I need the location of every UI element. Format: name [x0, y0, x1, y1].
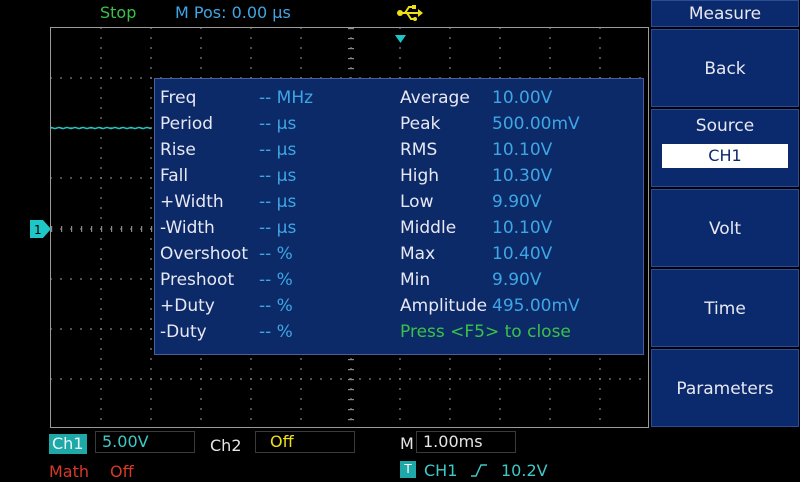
- measure-label: High: [400, 166, 440, 186]
- measure-label: +Width: [160, 192, 224, 212]
- ch1-scale: 5.00V: [95, 431, 195, 453]
- timebase-prefix: M: [400, 434, 414, 453]
- timebase: 1.00ms: [416, 431, 516, 453]
- ch2-label[interactable]: Ch2: [210, 436, 242, 456]
- measure-value: -- %: [259, 296, 293, 316]
- measure-value: 9.90V: [492, 192, 542, 212]
- usb-icon: [396, 4, 424, 26]
- trigger-level: 10.2V: [501, 461, 548, 480]
- horizontal-position: M Pos: 0.00 µs: [175, 3, 291, 22]
- svg-text:1: 1: [34, 223, 42, 237]
- trigger-source: CH1: [424, 461, 458, 480]
- time-button[interactable]: Time: [651, 269, 799, 347]
- close-hint: Press <F5> to close: [400, 322, 571, 342]
- parameters-button[interactable]: Parameters: [651, 349, 799, 427]
- measure-value: 10.40V: [492, 244, 553, 264]
- measure-value: 10.00V: [492, 88, 553, 108]
- measure-value: -- %: [259, 244, 293, 264]
- measure-label: Low: [400, 192, 434, 212]
- measure-value: -- µs: [259, 218, 297, 238]
- math-state: Off: [110, 462, 134, 481]
- measure-label: Average: [400, 88, 470, 108]
- measure-label: -Duty: [160, 322, 207, 342]
- math-label[interactable]: Math: [49, 462, 89, 482]
- measure-value: -- MHz: [259, 88, 314, 108]
- menu-title: Measure: [651, 0, 799, 27]
- ch1-trace: [51, 126, 152, 130]
- measure-value: -- %: [259, 270, 293, 290]
- measure-value: -- µs: [259, 114, 297, 134]
- measure-value: -- µs: [259, 192, 297, 212]
- trigger-icon: T: [400, 461, 416, 478]
- measure-label: Period: [160, 114, 214, 134]
- ch1-ground-marker-icon[interactable]: 1: [30, 220, 52, 242]
- measure-label: Amplitude: [400, 296, 488, 316]
- measure-value: 10.30V: [492, 166, 553, 186]
- measure-value: -- %: [259, 322, 293, 342]
- measure-label: Freq: [160, 88, 197, 108]
- back-button[interactable]: Back: [651, 29, 799, 107]
- measure-value: -- µs: [259, 140, 297, 160]
- measure-label: Fall: [160, 166, 189, 186]
- measure-value: 10.10V: [492, 218, 553, 238]
- source-value: CH1: [662, 144, 788, 168]
- measure-value: 9.90V: [492, 270, 542, 290]
- measure-label: Rise: [160, 140, 196, 160]
- ch1-label[interactable]: Ch1: [49, 434, 87, 454]
- measure-label: Overshoot: [160, 244, 248, 264]
- rising-edge-icon: [470, 462, 488, 482]
- trigger-position-marker-icon: [395, 30, 407, 49]
- measure-label: Min: [400, 270, 431, 290]
- measure-value: 500.00mV: [492, 114, 580, 134]
- measure-value: 10.10V: [492, 140, 553, 160]
- measure-value: 495.00mV: [492, 296, 580, 316]
- measure-label: RMS: [400, 140, 438, 160]
- source-label: Source: [695, 116, 755, 136]
- measure-label: Middle: [400, 218, 457, 238]
- volt-button[interactable]: Volt: [651, 189, 799, 267]
- run-state: Stop: [100, 3, 137, 22]
- measure-label: -Width: [160, 218, 215, 238]
- measure-label: Max: [400, 244, 436, 264]
- ch2-state: Off: [255, 431, 355, 453]
- measure-label: +Duty: [160, 296, 215, 316]
- measure-label: Peak: [400, 114, 441, 134]
- measure-all-panel: Press <F5> to close Freq -- MHz Period -- µ…: [154, 78, 644, 355]
- source-button[interactable]: Source CH1: [651, 109, 799, 187]
- measure-label: Preshoot: [160, 270, 235, 290]
- measure-value: -- µs: [259, 166, 297, 186]
